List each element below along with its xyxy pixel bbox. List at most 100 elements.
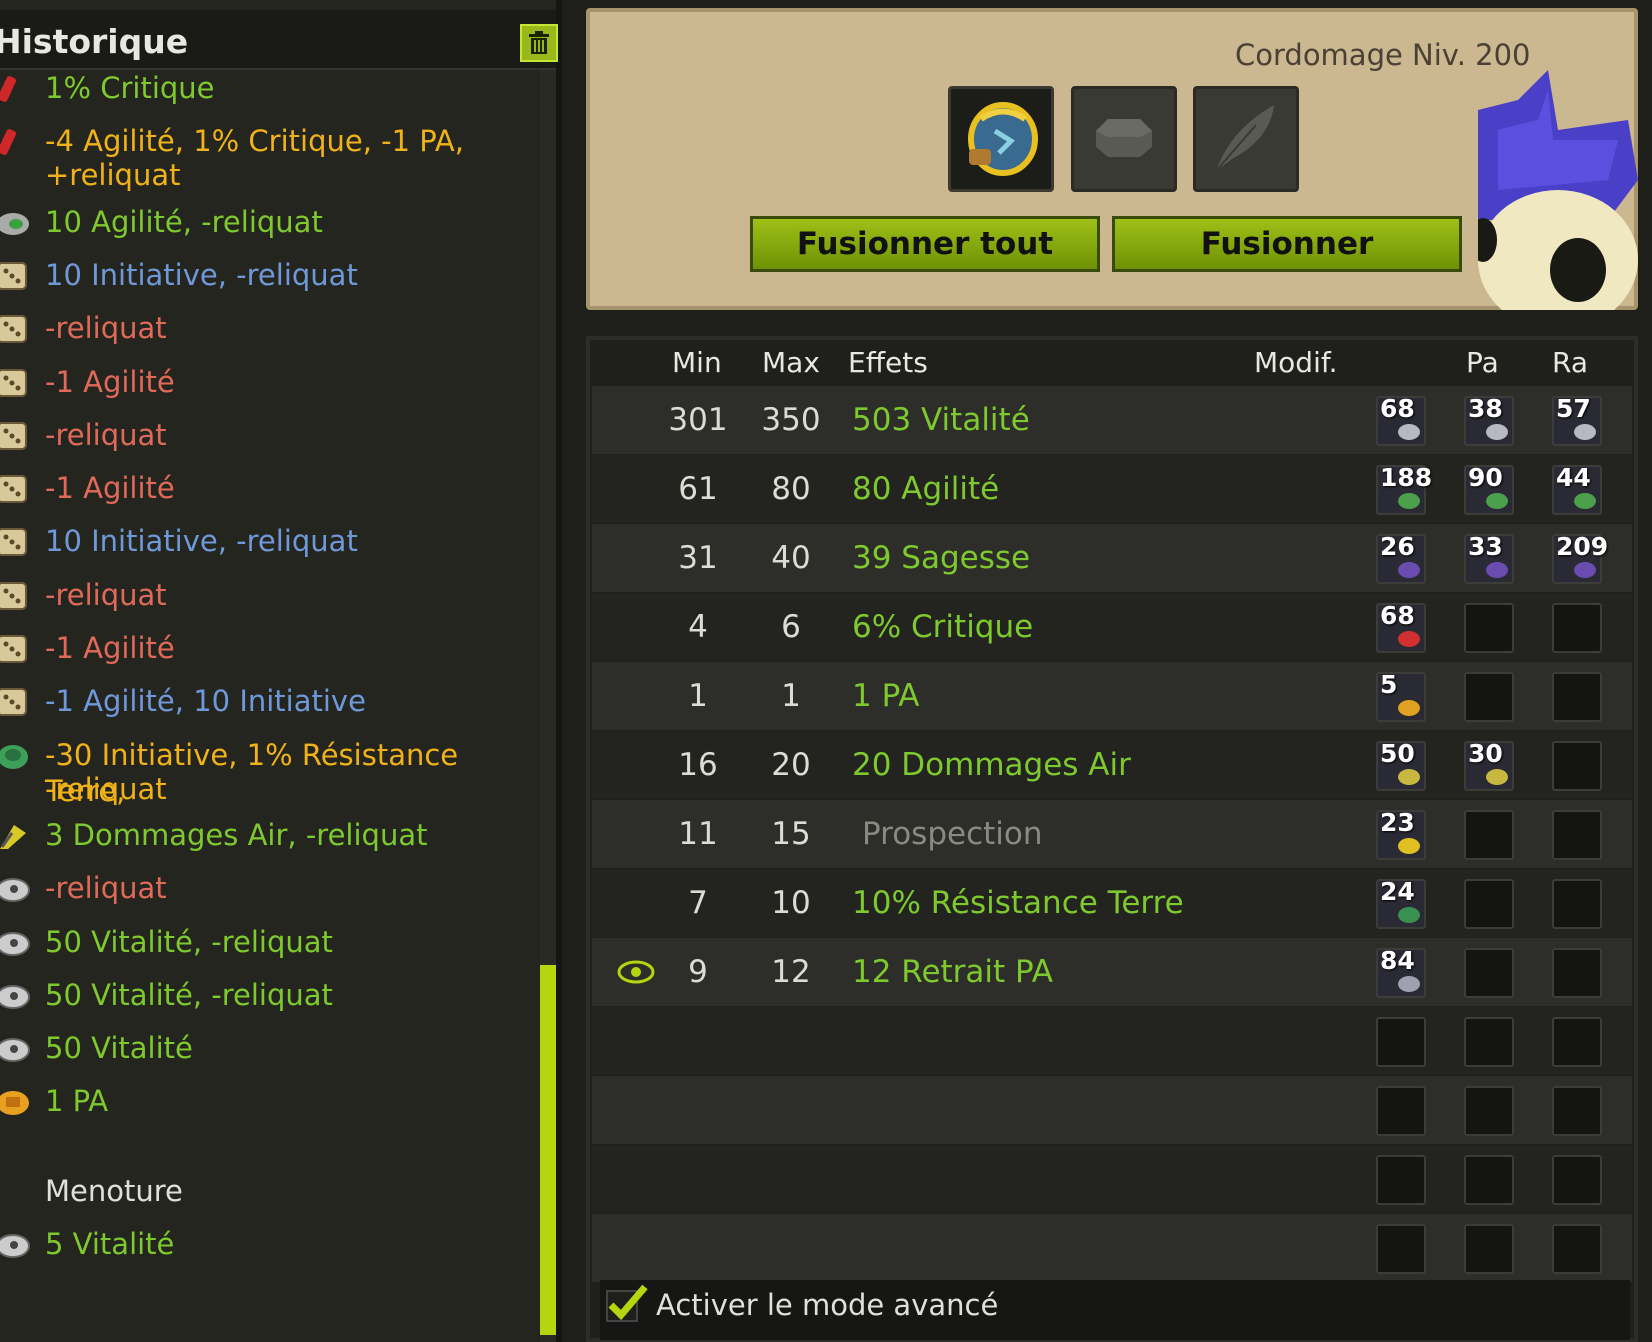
history-entry: -reliquat [45, 577, 167, 612]
rune-box[interactable] [1552, 948, 1602, 998]
rune-box[interactable]: 209 [1552, 532, 1608, 584]
rune-box[interactable] [1552, 672, 1602, 722]
rune-box[interactable] [1464, 1155, 1514, 1205]
dice-icon [0, 581, 27, 610]
rune-count: 26 [1380, 532, 1415, 561]
rune-box[interactable]: 33 [1464, 532, 1514, 584]
effect-max: 1 [781, 678, 801, 714]
rune-box[interactable]: 68 [1376, 394, 1426, 446]
rune-box[interactable] [1464, 879, 1514, 929]
rune-box[interactable] [1464, 948, 1514, 998]
effect-max: 15 [771, 816, 811, 852]
history-entry: 50 Vitalité, -reliquat [45, 924, 333, 959]
effect-min: 4 [688, 609, 708, 645]
rune-box[interactable] [1552, 879, 1602, 929]
rune-gem-icon [1398, 493, 1420, 509]
dice-icon [0, 688, 27, 717]
rune-box[interactable] [1464, 672, 1514, 722]
eye-icon[interactable] [616, 958, 656, 986]
rune-box[interactable] [1552, 1017, 1602, 1067]
rune-gem-icon [1398, 907, 1420, 923]
history-entry: -reliquat [45, 871, 167, 906]
history-title: Historique [0, 22, 189, 61]
rune-box[interactable]: 90 [1464, 463, 1514, 515]
rune-count: 33 [1468, 532, 1503, 561]
fuse-all-button[interactable]: Fusionner tout [750, 216, 1100, 272]
history-entry: -1 Agilité [45, 631, 175, 665]
history-entry: 10 Initiative, -reliquat [45, 257, 358, 292]
rune-box[interactable] [1376, 1224, 1426, 1274]
rune-count: 24 [1380, 877, 1415, 906]
rune-box[interactable]: 30 [1464, 739, 1514, 791]
rune-gem-icon [1574, 493, 1596, 509]
rune-gem-icon [1398, 769, 1420, 785]
signature-slot[interactable] [1193, 86, 1299, 192]
rune-box[interactable]: 5 [1376, 670, 1426, 722]
rune-box[interactable] [1552, 1224, 1602, 1274]
rune-count: 84 [1380, 946, 1415, 975]
vitalite-rune-icon [0, 931, 30, 956]
rune-box[interactable] [1552, 1086, 1602, 1136]
rune-box[interactable]: 38 [1464, 394, 1514, 446]
rune-box[interactable] [1552, 741, 1602, 791]
rune-box[interactable] [1464, 810, 1514, 860]
history-scrollbar[interactable] [540, 70, 556, 1342]
rune-box[interactable] [1464, 1017, 1514, 1067]
history-entry-continued: -reliquat [45, 771, 167, 806]
rune-box[interactable]: 84 [1376, 946, 1426, 998]
rune-count: 57 [1556, 394, 1591, 423]
rune-box[interactable] [1464, 1086, 1514, 1136]
effect-value: 39 Sagesse [852, 540, 1031, 576]
rune-box[interactable]: 44 [1552, 463, 1602, 515]
rune-box[interactable] [1464, 603, 1514, 653]
fuse-button[interactable]: Fusionner [1112, 216, 1462, 272]
trash-icon [529, 31, 549, 54]
rune-box[interactable] [1376, 1155, 1426, 1205]
critique-rune-icon [0, 129, 17, 156]
rune-box[interactable]: 57 [1552, 394, 1602, 446]
effect-min: 11 [678, 816, 718, 852]
history-entry: 5 Vitalité [45, 1227, 175, 1261]
rune-count: 188 [1380, 463, 1433, 492]
rune-box[interactable]: 26 [1376, 532, 1426, 584]
rune-box[interactable] [1552, 603, 1602, 653]
rune-box[interactable] [1376, 1086, 1426, 1136]
rune-box[interactable]: 188 [1376, 463, 1432, 515]
column-min: Min [672, 346, 722, 379]
rune-box[interactable]: 50 [1376, 739, 1426, 791]
effect-value: 12 Retrait PA [852, 954, 1053, 990]
rune-gem-icon [1486, 769, 1508, 785]
checkmark-icon[interactable] [605, 1283, 649, 1323]
history-entry: -4 Agilité, 1% Critique, -1 PA, [45, 124, 464, 159]
advanced-mode-label[interactable]: Activer le mode avancé [656, 1288, 998, 1322]
rune-count: 23 [1380, 808, 1415, 837]
rune-box[interactable] [1464, 1224, 1514, 1274]
rune-box[interactable] [1552, 1155, 1602, 1205]
rune-slot[interactable] [1071, 86, 1177, 192]
column-ra: Ra [1552, 346, 1588, 379]
rune-box[interactable] [1376, 1017, 1426, 1067]
effect-value: 80 Agilité [852, 471, 1000, 507]
terre-rune-icon [0, 744, 28, 769]
rune-gem-icon [1398, 424, 1420, 440]
rune-count: 30 [1468, 739, 1503, 768]
history-entry: 10 Agilité, -reliquat [45, 204, 323, 239]
effect-value: 6% Critique [852, 609, 1034, 645]
scrollbar-thumb[interactable] [540, 965, 556, 1335]
rune-box[interactable] [1552, 810, 1602, 860]
rune-box[interactable]: 24 [1376, 877, 1426, 929]
rune-gem-icon [1486, 493, 1508, 509]
history-section-title: Menoture [45, 1173, 183, 1208]
rune-box[interactable]: 23 [1376, 808, 1426, 860]
vitalite-rune-icon [0, 1038, 30, 1063]
history-entry: -1 Agilité, 10 Initiative [45, 684, 366, 719]
rune-count: 209 [1556, 532, 1609, 561]
effect-max: 40 [771, 540, 811, 576]
item-slot[interactable] [948, 86, 1054, 192]
rune-gem-icon [1398, 700, 1420, 716]
rune-gem-icon [1574, 424, 1596, 440]
rune-box[interactable]: 68 [1376, 601, 1426, 653]
history-entry: 1% Critique [45, 71, 215, 105]
clear-history-button[interactable] [520, 24, 558, 62]
rune-count: 50 [1380, 739, 1415, 768]
